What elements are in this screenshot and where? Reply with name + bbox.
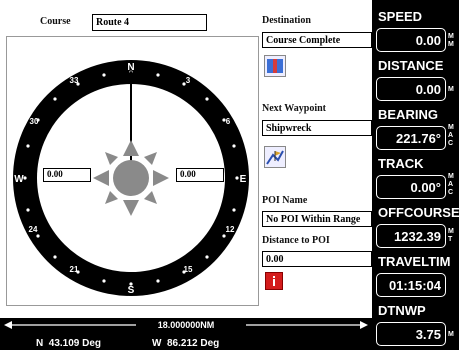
course-label: Course	[40, 16, 71, 27]
info-button[interactable]	[265, 272, 283, 290]
poi-name-field[interactable]: No POI Within Range	[262, 211, 372, 227]
speed-value: 0.00	[376, 28, 446, 52]
waypoint-button[interactable]	[264, 146, 286, 168]
degree-21: 21	[70, 265, 79, 274]
track-label: TRACK	[378, 156, 424, 171]
course-field[interactable]: Route 4	[92, 14, 207, 31]
degree-30: 30	[30, 117, 39, 126]
degree-12: 12	[226, 225, 235, 234]
stats-panel: SPEED 0.00 M M DISTANCE 0.00 M BEARING 2…	[372, 0, 459, 350]
poi-distance-label: Distance to POI	[262, 235, 330, 246]
degree-3: 3	[186, 76, 191, 85]
scale-value: 18.000000NM	[157, 320, 215, 330]
cardinal-s: S	[128, 285, 135, 296]
speed-label: SPEED	[378, 9, 423, 24]
bottom-bar: 18.000000NM N 43.109 Deg W 86.212 Deg	[0, 318, 372, 350]
degree-15: 15	[184, 265, 193, 274]
degree-33: 33	[70, 76, 79, 85]
offcourse-unit: M T	[448, 228, 454, 243]
offcourse-value: 1232.39	[376, 224, 446, 248]
latitude-value: N 43.109 Deg	[36, 338, 102, 349]
destination-icon	[267, 59, 283, 73]
distance-value: 0.00	[376, 77, 446, 101]
cardinal-w: W	[14, 174, 24, 185]
destination-field[interactable]: Course Complete	[262, 32, 372, 48]
west-value-field: 0.00	[43, 168, 91, 182]
bearing-unit: M A C	[448, 124, 454, 147]
degree-24: 24	[29, 225, 38, 234]
east-value-field: 0.00	[176, 168, 224, 182]
bearing-value: 221.76°	[376, 126, 446, 150]
track-unit: M A C	[448, 173, 454, 196]
poi-name-label: POI Name	[262, 195, 308, 206]
track-value: 0.00°	[376, 175, 446, 199]
waypoint-icon	[266, 150, 284, 165]
cardinal-e: E	[240, 174, 247, 185]
poi-distance-field[interactable]: 0.00	[262, 251, 372, 267]
traveltime-value: 01:15:04	[376, 273, 446, 297]
speed-unit: M M	[448, 33, 454, 48]
dtnwp-value: 3.75	[376, 322, 446, 346]
destination-button[interactable]	[264, 55, 286, 77]
cardinal-n: N	[127, 62, 134, 73]
distance-unit: M	[448, 86, 454, 93]
dtnwp-label: DTNWP	[378, 303, 426, 318]
dtnwp-unit: M	[448, 331, 454, 338]
traveltime-label: TRAVELTIM	[378, 254, 451, 269]
distance-label: DISTANCE	[378, 58, 444, 73]
destination-label: Destination	[262, 15, 311, 26]
bearing-label: BEARING	[378, 107, 438, 122]
offcourse-label: OFFCOURSE	[378, 205, 459, 220]
next-waypoint-label: Next Waypoint	[262, 103, 326, 114]
info-icon	[273, 276, 275, 286]
longitude-value: W 86.212 Deg	[152, 338, 220, 349]
degree-6: 6	[226, 117, 231, 126]
next-waypoint-field[interactable]: Shipwreck	[262, 120, 372, 136]
